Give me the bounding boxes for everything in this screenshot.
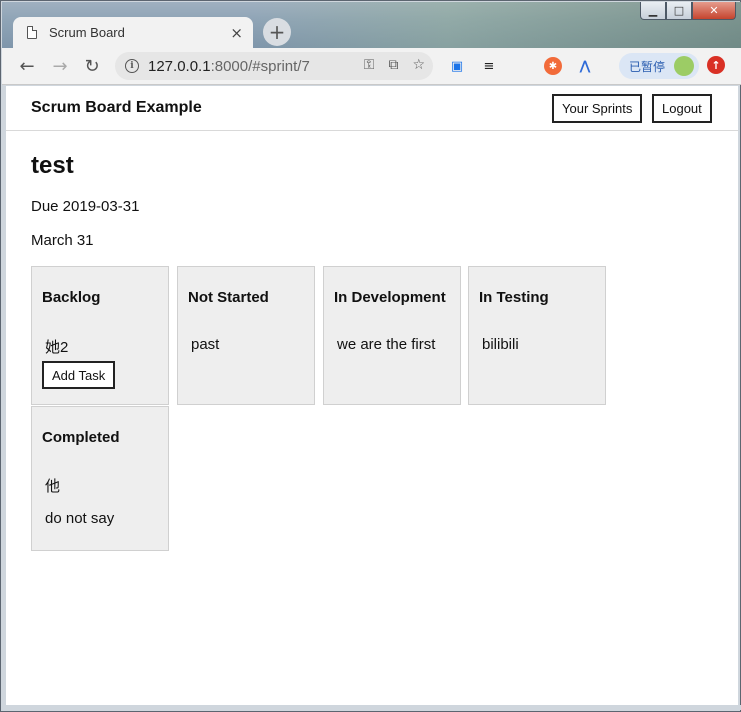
star-icon[interactable]: ☆	[412, 57, 425, 73]
info-icon[interactable]: i	[125, 59, 139, 73]
new-tab-button[interactable]: +	[263, 18, 291, 46]
browser-window: ▁ □ ✕ Scrum Board × + ← → ↻ i 127.0.0.1:…	[0, 0, 741, 712]
cast-icon[interactable]: ▣	[448, 57, 466, 75]
column-title: In Testing	[479, 289, 549, 306]
app-brand[interactable]: Scrum Board Example	[31, 99, 202, 117]
column-in-development: In Development we are the first	[323, 266, 461, 405]
browser-tab[interactable]: Scrum Board ×	[13, 17, 253, 48]
column-title: Completed	[42, 429, 120, 446]
app-navbar: Scrum Board Example Your Sprints Logout	[6, 86, 738, 131]
reload-icon[interactable]: ↻	[81, 55, 103, 77]
column-backlog: Backlog 她2 Add Task	[31, 266, 169, 405]
url-host: 127.0.0.1	[148, 57, 211, 75]
omnibox-icons: ⚿ ⧉ ☆	[364, 57, 425, 73]
column-title: Not Started	[188, 289, 269, 306]
maximize-button[interactable]: □	[666, 2, 692, 20]
browser-toolbar: ← → ↻ i 127.0.0.1:8000/#sprint/7 ⚿ ⧉ ☆ ▣…	[2, 48, 741, 85]
task-card[interactable]: past	[191, 336, 219, 353]
column-completed: Completed 他 do not say	[31, 406, 169, 551]
logout-link[interactable]: Logout	[652, 94, 712, 123]
url-path: :8000/#sprint/7	[210, 57, 310, 75]
column-not-started: Not Started past	[177, 266, 315, 405]
column-in-testing: In Testing bilibili	[468, 266, 606, 405]
translate-icon[interactable]: ⧉	[388, 57, 398, 73]
vue-icon[interactable]: ⋀	[576, 57, 594, 75]
profile-paused-button[interactable]: 已暂停	[619, 53, 699, 79]
address-bar[interactable]: i 127.0.0.1:8000/#sprint/7 ⚿ ⧉ ☆	[115, 52, 433, 80]
task-card[interactable]: 他	[45, 475, 60, 496]
sprint-due: Due 2019-03-31	[31, 198, 140, 215]
column-title: In Development	[334, 289, 446, 306]
page-content: Scrum Board Example Your Sprints Logout …	[6, 86, 738, 707]
task-card[interactable]: bilibili	[482, 336, 519, 353]
task-card[interactable]: do not say	[45, 510, 114, 527]
close-window-button[interactable]: ✕	[692, 2, 736, 20]
add-task-button[interactable]: Add Task	[42, 361, 116, 389]
back-icon[interactable]: ←	[16, 55, 38, 77]
tab-title: Scrum Board	[49, 25, 125, 40]
sprint-title: test	[31, 152, 74, 179]
menu-lines-icon[interactable]: ≡	[480, 57, 498, 75]
paused-label: 已暂停	[629, 59, 666, 74]
task-card[interactable]: we are the first	[337, 336, 435, 353]
your-sprints-link[interactable]: Your Sprints	[552, 94, 643, 123]
minimize-button[interactable]: ▁	[640, 2, 666, 20]
column-title: Backlog	[42, 289, 101, 306]
extension-icon[interactable]: ✱	[544, 57, 562, 75]
sprint-end-date: March 31	[31, 232, 94, 249]
window-bottom-edge	[2, 705, 741, 710]
avatar	[674, 56, 694, 76]
window-controls: ▁ □ ✕	[640, 2, 736, 20]
update-icon[interactable]: ↑	[707, 56, 725, 74]
tab-close-button[interactable]: ×	[230, 24, 243, 42]
key-icon[interactable]: ⚿	[364, 57, 375, 73]
forward-icon[interactable]: →	[49, 55, 71, 77]
task-card[interactable]: 她2	[45, 336, 68, 357]
doc-icon	[27, 26, 37, 39]
